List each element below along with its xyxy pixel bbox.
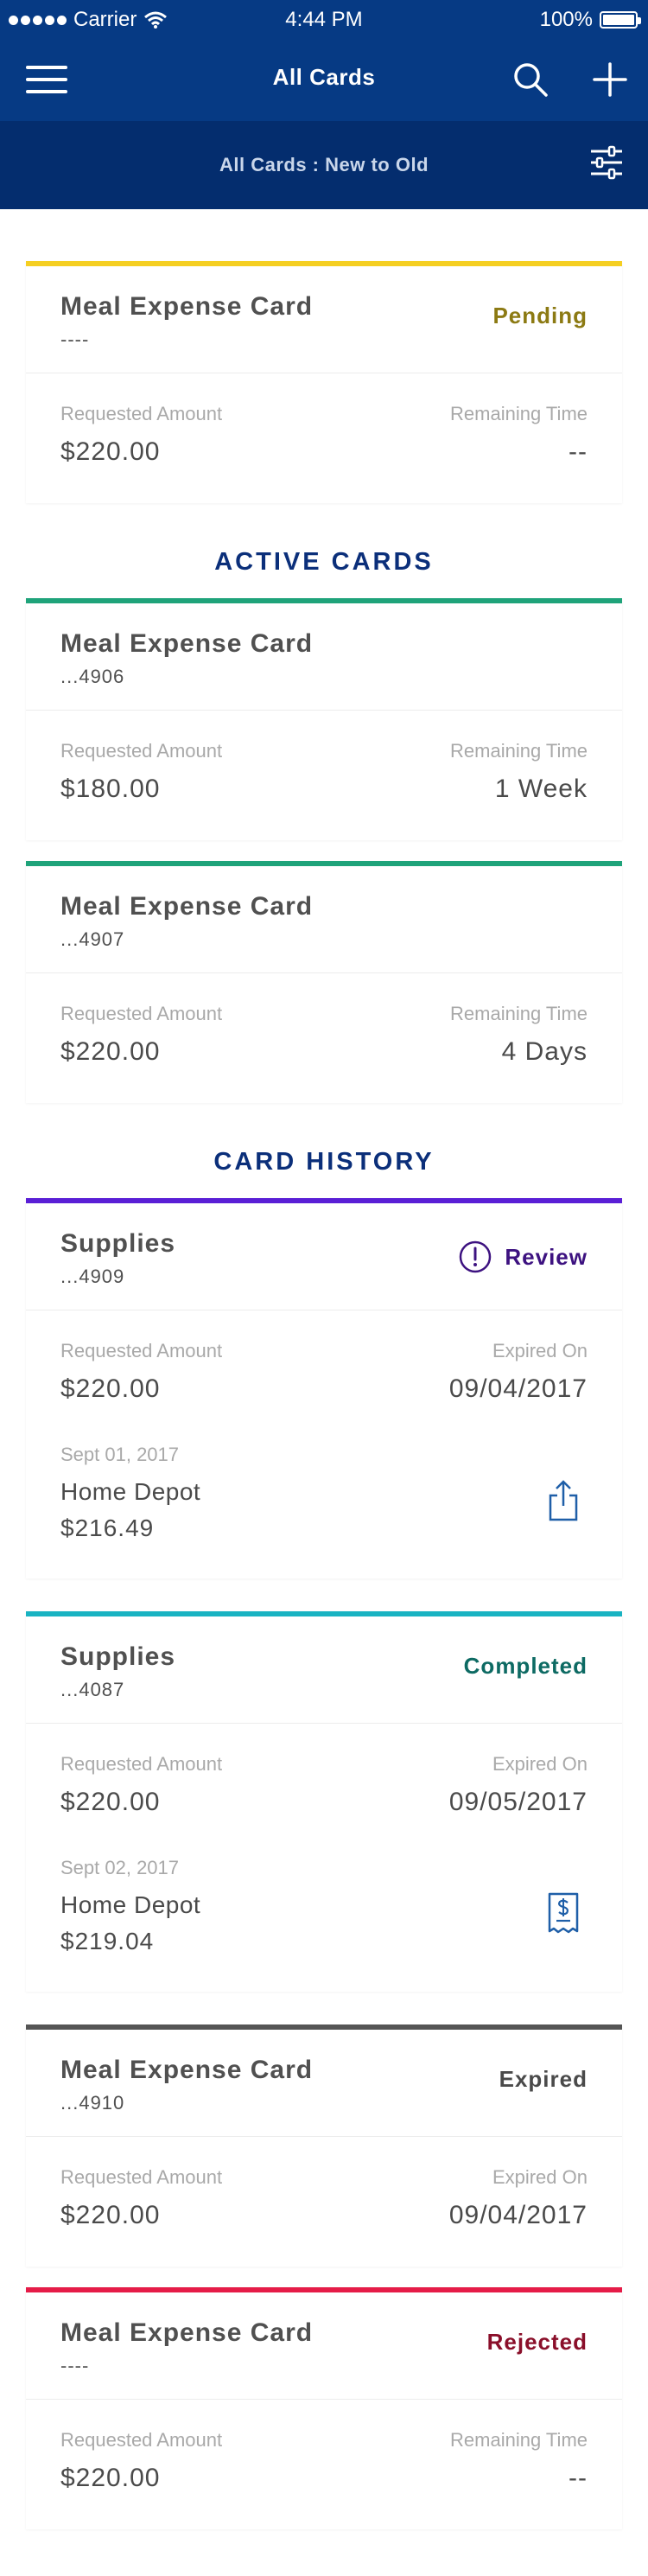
status-label: Pending	[492, 303, 588, 328]
card-header: Supplies ...4909 Review	[26, 1203, 622, 1310]
transaction-merchant: Home Depot	[60, 1891, 201, 1918]
card-number: ...4087	[60, 1679, 125, 1700]
card-details: Requested Amount $220.00 Expired On 09/0…	[26, 1310, 622, 1440]
requested-amount-label: Requested Amount	[60, 2166, 223, 2188]
remaining-time-label: Remaining Time	[450, 403, 588, 424]
card-title: Meal Expense Card	[60, 629, 314, 658]
card-number: ...4909	[60, 1266, 125, 1287]
transaction-date: Sept 01, 2017	[60, 1444, 180, 1465]
requested-amount-value: $220.00	[60, 2464, 161, 2492]
card-expired[interactable]: Meal Expense Card ...4910 Expired Reques…	[26, 2024, 622, 2267]
requested-amount-value: $220.00	[60, 2201, 161, 2229]
card-header: Meal Expense Card ---- Rejected	[26, 2292, 622, 2400]
search-icon[interactable]	[511, 61, 550, 99]
transaction-row[interactable]: Sept 01, 2017 Home Depot $216.49	[26, 1440, 622, 1578]
transaction-amount: $216.49	[60, 1514, 155, 1541]
requested-amount-label: Requested Amount	[60, 1003, 223, 1024]
sort-bar: All Cards : New to Old	[0, 121, 648, 209]
status-badge: Completed	[464, 1653, 588, 1680]
transaction-date: Sept 02, 2017	[60, 1857, 180, 1878]
status-label: Review	[505, 1243, 588, 1270]
status-badge: Expired	[499, 2066, 588, 2093]
page-title: All Cards	[272, 64, 376, 90]
requested-amount-value: $220.00	[60, 1037, 161, 1066]
card-header: Meal Expense Card ...4906	[26, 603, 622, 711]
expired-on-value: 09/04/2017	[448, 1374, 588, 1403]
card-title: Supplies	[60, 1642, 176, 1671]
expired-on-label: Expired On	[492, 2166, 588, 2188]
section-title-history: CARD HISTORY	[213, 1148, 435, 1176]
alert-circle-icon	[460, 1240, 492, 1273]
card-header: Supplies ...4087 Completed	[26, 1616, 622, 1724]
transaction-amount: $219.04	[60, 1928, 155, 1954]
remaining-time-value: --	[569, 2464, 588, 2492]
transaction-merchant: Home Depot	[60, 1478, 201, 1505]
requested-amount-value: $180.00	[60, 775, 161, 803]
status-bar: Carrier 4:44 PM 100%	[0, 0, 648, 38]
status-badge: Rejected	[487, 2329, 588, 2356]
remaining-time-value: --	[569, 437, 588, 466]
status-label: Completed	[463, 1653, 588, 1679]
card-details: Requested Amount $220.00 Remaining Time …	[26, 973, 622, 1103]
battery-icon	[600, 11, 641, 29]
section-title-active: ACTIVE CARDS	[214, 548, 434, 576]
add-icon[interactable]	[591, 61, 629, 99]
requested-amount-label: Requested Amount	[60, 403, 223, 424]
card-number: ----	[60, 328, 90, 350]
card-number: ----	[60, 2355, 90, 2376]
card-number: ...4907	[60, 928, 125, 950]
card-title: Meal Expense Card	[60, 2318, 314, 2347]
remaining-time-label: Remaining Time	[450, 740, 588, 762]
card-number: ...4906	[60, 666, 125, 687]
share-icon[interactable]	[546, 1478, 581, 1523]
requested-amount-value: $220.00	[60, 1374, 161, 1403]
status-label: Rejected	[486, 2329, 588, 2355]
card-header: Meal Expense Card ---- Pending	[26, 266, 622, 373]
receipt-icon[interactable]	[546, 1891, 581, 1936]
card-active[interactable]: Meal Expense Card ...4906 Requested Amou…	[26, 598, 622, 840]
sort-label[interactable]: All Cards : New to Old	[0, 154, 648, 176]
remaining-time-value: 4 Days	[501, 1037, 588, 1066]
card-header: Meal Expense Card ...4907	[26, 866, 622, 973]
requested-amount-label: Requested Amount	[60, 2429, 223, 2451]
card-details: Requested Amount $180.00 Remaining Time …	[26, 711, 622, 840]
card-number: ...4910	[60, 2092, 125, 2114]
nav-bar: All Cards	[0, 38, 648, 121]
card-pending[interactable]: Meal Expense Card ---- Pending Requested…	[26, 261, 622, 503]
status-badge[interactable]: Review	[458, 1240, 588, 1274]
requested-amount-label: Requested Amount	[60, 1753, 223, 1775]
remaining-time-value: 1 Week	[494, 775, 588, 803]
requested-amount-label: Requested Amount	[60, 1340, 223, 1361]
status-badge: Pending	[492, 303, 588, 329]
card-title: Meal Expense Card	[60, 892, 314, 921]
filter-sliders-icon[interactable]	[588, 143, 626, 182]
battery-percent: 100%	[539, 8, 593, 31]
requested-amount-label: Requested Amount	[60, 740, 223, 762]
status-label: Expired	[499, 2066, 588, 2092]
card-details: Requested Amount $220.00 Remaining Time …	[26, 373, 622, 503]
expired-on-value: 09/05/2017	[448, 1788, 588, 1816]
remaining-time-label: Remaining Time	[450, 1003, 588, 1024]
card-details: Requested Amount $220.00 Remaining Time …	[26, 2400, 622, 2529]
card-details: Requested Amount $220.00 Expired On 09/0…	[26, 1724, 622, 1853]
status-right: 100%	[539, 8, 641, 32]
card-details: Requested Amount $220.00 Expired On 09/0…	[26, 2137, 622, 2267]
card-rejected[interactable]: Meal Expense Card ---- Rejected Requeste…	[26, 2287, 622, 2529]
card-title: Meal Expense Card	[60, 292, 314, 321]
requested-amount-value: $220.00	[60, 1788, 161, 1816]
expired-on-label: Expired On	[492, 1753, 588, 1775]
remaining-time-label: Remaining Time	[450, 2429, 588, 2451]
card-active[interactable]: Meal Expense Card ...4907 Requested Amou…	[26, 861, 622, 1103]
expired-on-value: 09/04/2017	[448, 2201, 588, 2229]
card-header: Meal Expense Card ...4910 Expired	[26, 2030, 622, 2137]
expired-on-label: Expired On	[492, 1340, 588, 1361]
requested-amount-value: $220.00	[60, 437, 161, 466]
card-title: Supplies	[60, 1229, 176, 1258]
card-review[interactable]: Supplies ...4909 Review Requested Amount…	[26, 1198, 622, 1578]
transaction-row[interactable]: Sept 02, 2017 Home Depot $219.04	[26, 1853, 622, 1992]
card-completed[interactable]: Supplies ...4087 Completed Requested Amo…	[26, 1611, 622, 1992]
card-title: Meal Expense Card	[60, 2056, 314, 2084]
